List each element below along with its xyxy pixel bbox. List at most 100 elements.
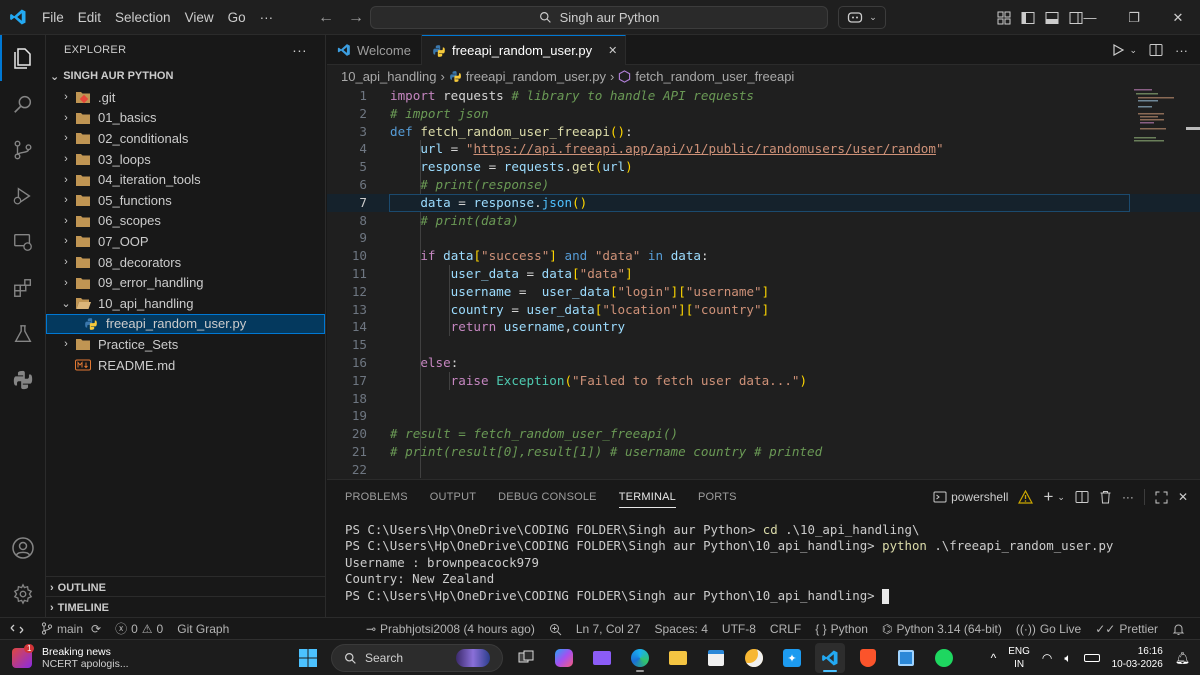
breadcrumb-folder[interactable]: 10_api_handling: [341, 69, 436, 84]
encoding[interactable]: UTF-8: [715, 622, 763, 636]
panel-tab[interactable]: PORTS: [698, 491, 737, 503]
workspace-root[interactable]: ⌄ SINGH AUR PYTHON: [46, 65, 325, 87]
wifi-icon[interactable]: ◠: [1042, 651, 1052, 665]
spotify-icon[interactable]: [929, 643, 959, 673]
toggle-sidebar-icon[interactable]: [1021, 11, 1035, 25]
chevron-down-icon[interactable]: ⌄: [1057, 492, 1065, 503]
code-line[interactable]: 3 def fetch_random_user_freeapi():: [327, 123, 1200, 141]
code-line[interactable]: 6 # print(response): [327, 176, 1200, 194]
tree-folder[interactable]: ⌄ 10_api_handling: [46, 293, 325, 314]
explorer-icon[interactable]: [0, 35, 46, 81]
scrollbar-thumb[interactable]: [1186, 127, 1200, 130]
panel-tab[interactable]: OUTPUT: [430, 491, 476, 503]
code-line[interactable]: 14 return username,country: [327, 318, 1200, 336]
run-debug-icon[interactable]: [0, 173, 46, 219]
notes-app-icon[interactable]: [891, 643, 921, 673]
panel-tab[interactable]: TERMINAL: [618, 491, 676, 508]
code-line[interactable]: 15: [327, 336, 1200, 354]
code-line[interactable]: 4 url = "https://api.freeapi.app/api/v1/…: [327, 140, 1200, 158]
windows-start-icon[interactable]: [293, 643, 323, 673]
menu-item[interactable]: Edit: [71, 0, 108, 35]
store-icon[interactable]: [701, 643, 731, 673]
code-line[interactable]: 1 import requests # library to handle API…: [327, 87, 1200, 105]
task-view-icon[interactable]: [511, 643, 541, 673]
menu-item[interactable]: Selection: [108, 0, 178, 35]
tree-folder[interactable]: › Practice_Sets: [46, 334, 325, 355]
news-widget[interactable]: 1 Breaking news NCERT apologis...: [12, 643, 129, 670]
more-actions-button[interactable]: ···: [292, 42, 307, 58]
code-line[interactable]: 7 data = response.json(): [327, 193, 1200, 212]
back-arrow-icon[interactable]: ←: [318, 9, 334, 27]
code-line[interactable]: 9: [327, 229, 1200, 247]
account-icon[interactable]: [0, 525, 46, 571]
code-line[interactable]: 10 if data["success"] and "data" in data…: [327, 247, 1200, 265]
breadcrumb-symbol[interactable]: fetch_random_user_freeapi: [635, 69, 794, 84]
tree-folder[interactable]: › 06_scopes: [46, 211, 325, 232]
cursor-position[interactable]: Ln 7, Col 27: [569, 622, 648, 636]
split-terminal-icon[interactable]: [1075, 490, 1089, 504]
code-line[interactable]: 2 # import json: [327, 105, 1200, 123]
taskbar-search[interactable]: Search: [331, 644, 503, 672]
menu-item[interactable]: View: [178, 0, 221, 35]
minimap[interactable]: [1130, 87, 1186, 147]
source-control-icon[interactable]: [0, 127, 46, 173]
menu-item[interactable]: ···: [253, 0, 281, 35]
breadcrumb-file[interactable]: freeapi_random_user.py: [466, 69, 606, 84]
tree-folder[interactable]: › 02_conditionals: [46, 128, 325, 149]
copilot-app-icon[interactable]: [549, 643, 579, 673]
terminal-shell-label[interactable]: powershell: [951, 490, 1008, 504]
clock[interactable]: 16:16 10-03-2026: [1112, 645, 1163, 671]
twitter-icon[interactable]: ✦: [777, 643, 807, 673]
code-line[interactable]: 20 # result = fetch_random_user_freeapi(): [327, 425, 1200, 443]
line-endings[interactable]: CRLF: [763, 622, 808, 636]
close-icon[interactable]: ✕: [1156, 0, 1200, 35]
terminal-output[interactable]: PS C:\Users\Hp\OneDrive\CODING FOLDER\Si…: [327, 514, 1200, 604]
weather-icon[interactable]: [739, 643, 769, 673]
vscode-app-icon[interactable]: [815, 643, 845, 673]
tree-file[interactable]: freeapi_random_user.py: [46, 313, 325, 335]
tab-welcome[interactable]: Welcome: [327, 35, 422, 65]
tree-folder[interactable]: › 01_basics: [46, 108, 325, 129]
go-live-button[interactable]: ((·)) Go Live: [1009, 622, 1088, 636]
indentation[interactable]: Spaces: 4: [648, 622, 715, 636]
code-line[interactable]: 16 else:: [327, 354, 1200, 372]
code-line[interactable]: 22: [327, 461, 1200, 479]
python-icon[interactable]: [0, 357, 46, 403]
more-actions-button[interactable]: ···: [1122, 490, 1134, 504]
tree-file[interactable]: README.md: [46, 355, 325, 376]
python-interpreter[interactable]: ⌬ Python 3.14 (64-bit): [875, 622, 1009, 636]
more-actions-button[interactable]: ···: [1175, 43, 1188, 58]
language-mode[interactable]: { } Python: [808, 622, 875, 636]
prettier-button[interactable]: ✓✓ Prettier: [1088, 622, 1165, 636]
new-terminal-icon[interactable]: +: [1043, 487, 1053, 507]
tree-folder[interactable]: › .git: [46, 87, 325, 108]
edge-browser-icon[interactable]: [625, 643, 655, 673]
code-editor[interactable]: 1 import requests # library to handle API…: [327, 87, 1200, 479]
tree-folder[interactable]: › 08_decorators: [46, 252, 325, 273]
toggle-panel-icon[interactable]: [1045, 11, 1059, 25]
split-editor-icon[interactable]: [1149, 43, 1163, 57]
customize-layout-icon[interactable]: [997, 11, 1011, 25]
close-panel-icon[interactable]: ✕: [1178, 490, 1188, 504]
warning-icon[interactable]: [1018, 490, 1034, 504]
code-line[interactable]: 19: [327, 407, 1200, 425]
folder-app-icon[interactable]: [663, 643, 693, 673]
copilot-button[interactable]: ⌄: [838, 6, 886, 29]
tree-folder[interactable]: › 09_error_handling: [46, 272, 325, 293]
outline-section[interactable]: › OUTLINE: [46, 576, 326, 598]
chevron-up-icon[interactable]: ^: [991, 651, 997, 665]
testing-icon[interactable]: [0, 311, 46, 357]
search-icon[interactable]: [0, 81, 46, 127]
notification-center-icon[interactable]: 🔔︎: [1175, 651, 1190, 665]
problems-indicator[interactable]: ⓧ 0 ⚠ 0: [108, 620, 170, 637]
maximize-panel-icon[interactable]: [1155, 491, 1168, 504]
code-line[interactable]: 13 country = user_data["location"]["coun…: [327, 301, 1200, 319]
notifications-bell-icon[interactable]: [1165, 623, 1192, 636]
tree-folder[interactable]: › 05_functions: [46, 190, 325, 211]
code-line[interactable]: 21 # print(result[0],result[1]) # usernam…: [327, 443, 1200, 461]
tree-folder[interactable]: › 07_OOP: [46, 231, 325, 252]
remote-explorer-icon[interactable]: [0, 219, 46, 265]
branch-indicator[interactable]: main ⟳: [34, 622, 108, 636]
extensions-icon[interactable]: [0, 265, 46, 311]
code-line[interactable]: 17 raise Exception("Failed to fetch user…: [327, 372, 1200, 390]
